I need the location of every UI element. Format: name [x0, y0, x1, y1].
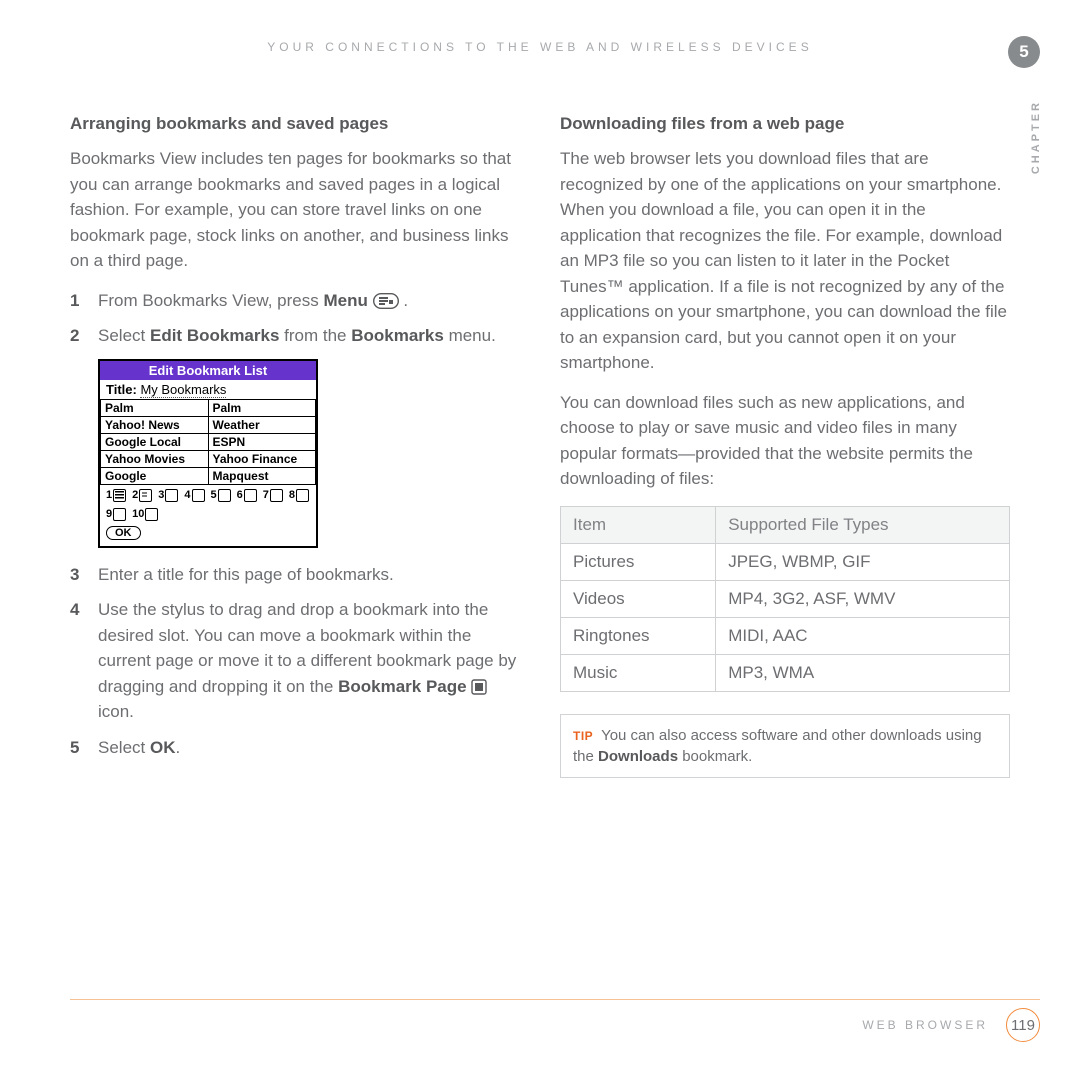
- bookmark-cell[interactable]: Yahoo Movies: [100, 451, 209, 468]
- col-item: Item: [561, 506, 716, 543]
- chapter-number-badge: 5: [1008, 36, 1040, 68]
- right-heading: Downloading files from a web page: [560, 114, 1010, 134]
- step-1: From Bookmarks View, press Menu .: [70, 288, 520, 314]
- step-2: Select Edit Bookmarks from the Bookmarks…: [70, 323, 520, 349]
- bookmark-cell[interactable]: ESPN: [209, 434, 317, 451]
- steps-list-cont: Enter a title for this page of bookmarks…: [70, 562, 520, 761]
- bookmark-cell[interactable]: Yahoo! News: [100, 417, 209, 434]
- bookmark-page-10[interactable]: 10: [132, 508, 158, 521]
- file-types-table: Item Supported File Types PicturesJPEG, …: [560, 506, 1010, 692]
- col-types: Supported File Types: [716, 506, 1010, 543]
- right-p2: You can download files such as new appli…: [560, 390, 1010, 492]
- left-heading: Arranging bookmarks and saved pages: [70, 114, 520, 134]
- left-intro: Bookmarks View includes ten pages for bo…: [70, 146, 520, 274]
- chapter-side-label: CHAPTER: [1030, 100, 1042, 174]
- tip-label: TIP: [573, 729, 593, 743]
- bookmark-page-9[interactable]: 9: [106, 508, 126, 521]
- bookmark-page-8[interactable]: 8: [289, 489, 309, 502]
- step-1-text: From Bookmarks View, press: [98, 291, 323, 310]
- footer-label: WEB BROWSER: [862, 1018, 988, 1032]
- left-column: Arranging bookmarks and saved pages Book…: [70, 114, 520, 778]
- bookmark-cell[interactable]: Mapquest: [209, 468, 317, 485]
- right-p1: The web browser lets you download files …: [560, 146, 1010, 376]
- bookmark-cell[interactable]: Yahoo Finance: [209, 451, 317, 468]
- bookmark-page-7[interactable]: 7: [263, 489, 283, 502]
- widget-title: Edit Bookmark List: [100, 361, 316, 380]
- step-1-menu-word: Menu: [323, 291, 367, 310]
- bookmark-page-3[interactable]: 3: [158, 489, 178, 502]
- right-column: Downloading files from a web page The we…: [560, 114, 1010, 778]
- menu-icon: [373, 293, 399, 309]
- table-row: MusicMP3, WMA: [561, 654, 1010, 691]
- bookmark-page-1[interactable]: 1: [106, 489, 126, 502]
- table-row: VideosMP4, 3G2, ASF, WMV: [561, 580, 1010, 617]
- step-4: Use the stylus to drag and drop a bookma…: [70, 597, 520, 725]
- edit-bookmark-list-widget: Edit Bookmark List Title: My Bookmarks P…: [98, 359, 318, 548]
- widget-subtitle: Title: My Bookmarks: [100, 380, 316, 399]
- bookmark-cell[interactable]: Google: [100, 468, 209, 485]
- widget-grid: PalmPalm Yahoo! NewsWeather Google Local…: [100, 399, 316, 485]
- ok-button[interactable]: OK: [106, 526, 141, 540]
- step-5: Select OK.: [70, 735, 520, 761]
- running-header: YOUR CONNECTIONS TO THE WEB AND WIRELESS…: [70, 40, 1010, 54]
- bookmark-page-icon: [471, 679, 487, 695]
- bookmark-page-4[interactable]: 4: [184, 489, 204, 502]
- table-row: PicturesJPEG, WBMP, GIF: [561, 543, 1010, 580]
- widget-pages: 1 2 3 4 5 6 7 8 9 10: [100, 485, 316, 523]
- widget-title-value[interactable]: My Bookmarks: [140, 382, 226, 398]
- page-number: 119: [1006, 1008, 1040, 1042]
- bookmark-cell[interactable]: Palm: [209, 400, 317, 417]
- step-3: Enter a title for this page of bookmarks…: [70, 562, 520, 588]
- steps-list: From Bookmarks View, press Menu . Select…: [70, 288, 520, 349]
- bookmark-cell[interactable]: Google Local: [100, 434, 209, 451]
- table-row: RingtonesMIDI, AAC: [561, 617, 1010, 654]
- tip-box: TIP You can also access software and oth…: [560, 714, 1010, 778]
- bookmark-cell[interactable]: Palm: [100, 400, 209, 417]
- footer: WEB BROWSER 119: [70, 999, 1040, 1042]
- bookmark-page-6[interactable]: 6: [237, 489, 257, 502]
- step-1-tail: .: [399, 291, 408, 310]
- bookmark-cell[interactable]: Weather: [209, 417, 317, 434]
- bookmark-page-5[interactable]: 5: [211, 489, 231, 502]
- bookmark-page-2[interactable]: 2: [132, 489, 152, 502]
